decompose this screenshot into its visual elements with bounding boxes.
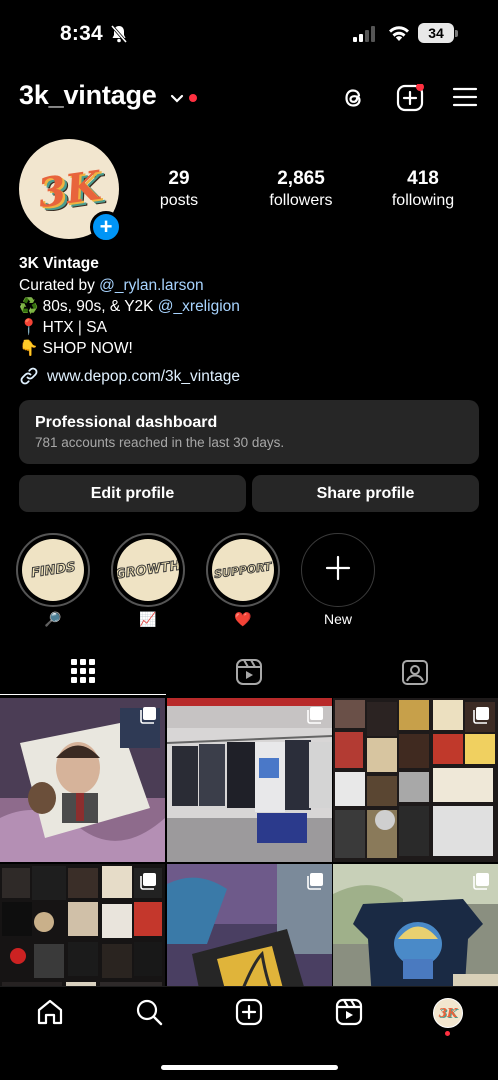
multiple-posts-icon: [306, 706, 324, 729]
dashboard-title: Professional dashboard: [35, 414, 218, 431]
new-highlight-label: New: [323, 611, 352, 627]
bio-eras-text: 80s, 90s, & Y2K: [38, 298, 158, 315]
plus-icon: [325, 555, 351, 586]
multiple-posts-icon: [472, 872, 490, 895]
edit-profile-button[interactable]: Edit profile: [19, 475, 246, 512]
tagged-tab-icon[interactable]: [401, 658, 429, 691]
avatar-logo: 3K: [34, 161, 104, 217]
following-label: following: [391, 192, 455, 209]
nav-avatar-logo: 3K: [438, 1006, 458, 1020]
multiple-posts-icon: [139, 706, 157, 729]
reels-icon[interactable]: [335, 998, 363, 1031]
following-count[interactable]: 418 following: [368, 168, 478, 210]
cellular-signal-icon: [353, 26, 379, 47]
notification-dot: [189, 94, 197, 102]
posts-number: 29: [168, 168, 190, 189]
posts-count[interactable]: 29 posts: [124, 168, 234, 210]
bio-line-shop: 👇 SHOP NOW!: [19, 338, 133, 359]
silent-bell-icon: [110, 24, 128, 49]
highlight-support-label: ❤️: [234, 611, 252, 627]
grid-tab-icon[interactable]: [70, 658, 96, 689]
battery-indicator: 34: [418, 23, 454, 43]
highlight-finds-cover: FINDS: [29, 559, 77, 581]
active-tab-indicator: [0, 694, 166, 695]
recycle-emoji: ♻️: [19, 298, 39, 315]
pointing-down-emoji: 👇: [19, 340, 39, 357]
followers-number: 2,865: [277, 168, 325, 189]
highlight-growth[interactable]: GROWTH: [111, 533, 185, 607]
wifi-icon: [388, 24, 410, 47]
create-post-icon[interactable]: [396, 83, 424, 117]
link-icon: [19, 366, 39, 391]
menu-icon[interactable]: [452, 84, 478, 115]
reels-tab-icon[interactable]: [235, 658, 263, 691]
following-number: 418: [407, 168, 439, 189]
multiple-posts-icon: [306, 872, 324, 895]
home-icon[interactable]: [36, 998, 64, 1031]
followers-label: followers: [269, 192, 333, 209]
dashboard-subtitle: 781 accounts reached in the last 30 days…: [35, 435, 285, 450]
username-switcher[interactable]: 3k_vintage: [19, 80, 157, 111]
highlight-finds-label: 🔎: [44, 611, 62, 627]
highlight-support[interactable]: SUPPORT: [206, 533, 280, 607]
profile-notification-dot: [445, 1031, 450, 1036]
new-highlight-button[interactable]: [301, 533, 375, 607]
mention-rylan[interactable]: @_rylan.larson: [99, 277, 203, 294]
add-story-button[interactable]: +: [90, 211, 122, 243]
multiple-posts-icon: [472, 706, 490, 729]
profile-nav-avatar[interactable]: 3K: [433, 998, 463, 1028]
status-time: 8:34: [60, 22, 103, 45]
home-indicator[interactable]: [161, 1065, 338, 1070]
search-icon[interactable]: [135, 998, 163, 1031]
battery-nub: [455, 30, 458, 37]
highlight-growth-cover: GROWTH: [117, 557, 179, 583]
highlight-growth-label: 📈: [139, 611, 157, 627]
share-profile-button[interactable]: Share profile: [252, 475, 479, 512]
bio-shop-text: SHOP NOW!: [38, 340, 133, 357]
highlight-finds[interactable]: FINDS: [16, 533, 90, 607]
new-post-icon[interactable]: [235, 998, 263, 1031]
bio-curated-text: Curated by: [19, 277, 100, 294]
grid-post[interactable]: [0, 698, 165, 862]
mention-xreligion[interactable]: @_xreligion: [158, 298, 240, 315]
display-name: 3K Vintage: [19, 255, 99, 272]
posts-label: posts: [159, 192, 199, 209]
bio-location-text: HTX | SA: [38, 319, 107, 336]
grid-post[interactable]: [333, 698, 498, 862]
grid-post[interactable]: [167, 698, 332, 862]
chevron-down-icon[interactable]: [170, 91, 184, 109]
bio-line-location: 📍 HTX | SA: [19, 317, 107, 338]
followers-count[interactable]: 2,865 followers: [246, 168, 356, 210]
bio-line-eras: ♻️ 80s, 90s, & Y2K @_xreligion: [19, 296, 240, 317]
multiple-posts-icon: [139, 872, 157, 895]
highlight-support-cover: SUPPORT: [213, 559, 273, 581]
threads-icon[interactable]: [340, 84, 368, 117]
pin-emoji: 📍: [19, 319, 39, 336]
bio-line-curated: Curated by @_rylan.larson: [19, 275, 204, 296]
profile-link[interactable]: www.depop.com/3k_vintage: [47, 366, 240, 387]
professional-dashboard-card[interactable]: Professional dashboard 781 accounts reac…: [19, 400, 479, 464]
